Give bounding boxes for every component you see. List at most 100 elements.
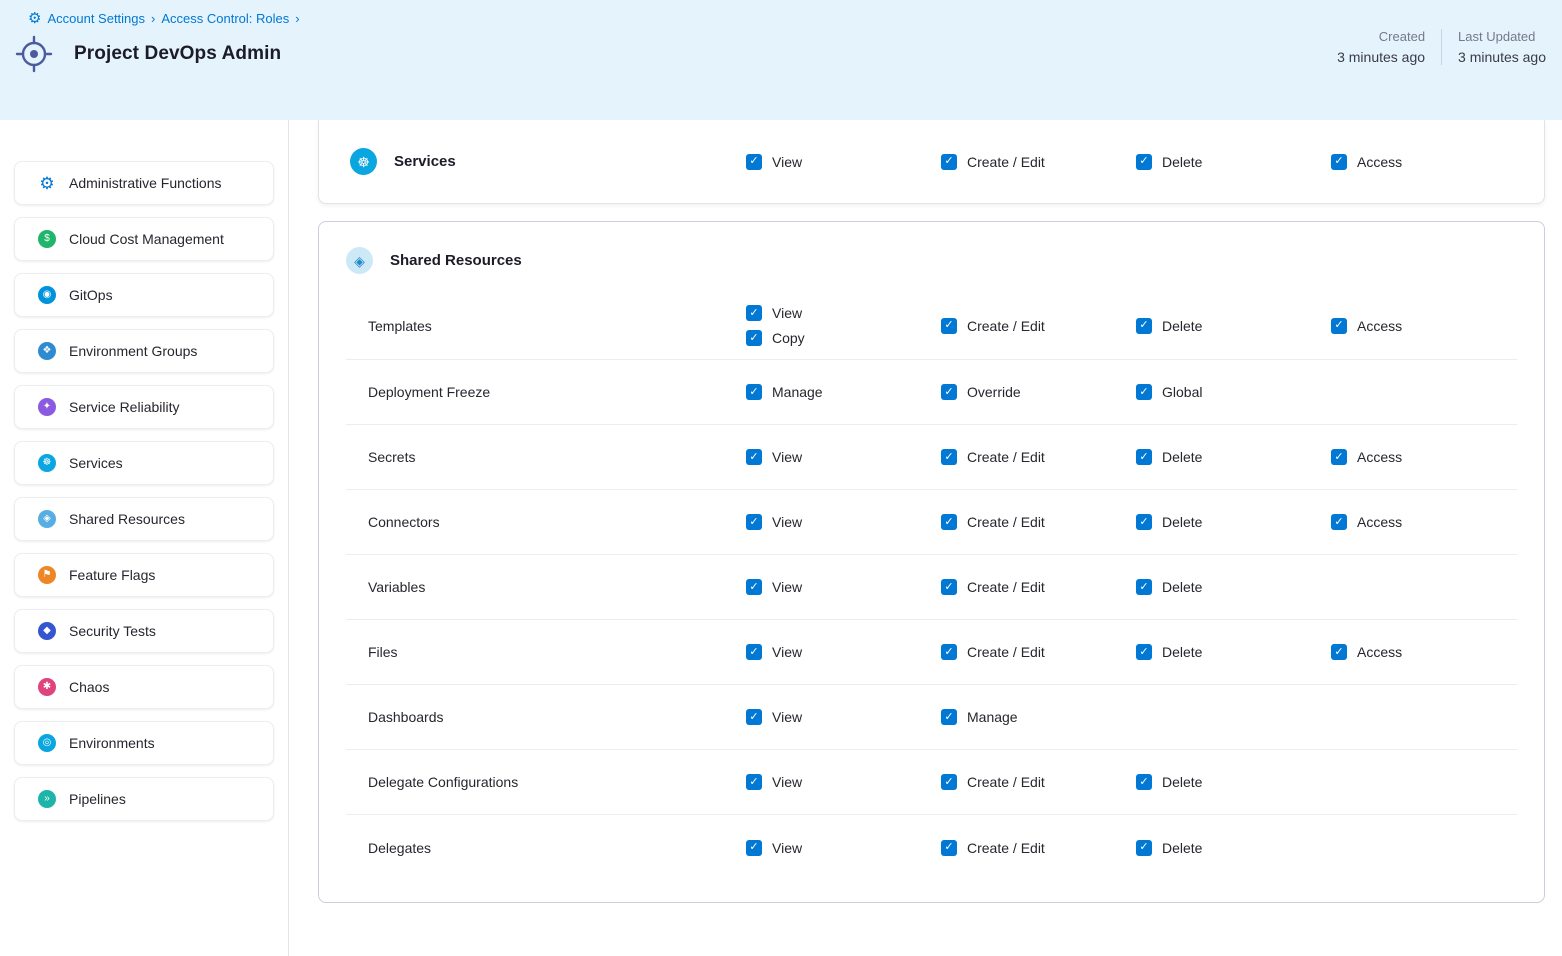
permission-checkbox-view[interactable]: ✓View <box>746 579 802 595</box>
sidebar-item-label: Shared Resources <box>69 511 185 527</box>
permission-checkbox-create-edit[interactable]: ✓Create / Edit <box>941 644 1045 660</box>
permission-checkbox-view[interactable]: ✓View <box>746 774 802 790</box>
permission-column: ✓View <box>746 154 941 170</box>
permission-column: ✓View <box>746 579 941 595</box>
permission-row-deployment-freeze: Deployment Freeze✓Manage ✓Override ✓ Global <box>346 360 1517 425</box>
checked-checkbox-icon: ✓ <box>746 154 762 170</box>
permission-column: ✓Access <box>1331 644 1517 660</box>
permission-label: Copy <box>772 330 805 346</box>
permission-checkbox-view[interactable]: ✓View <box>746 840 802 856</box>
permission-column: ✓View <box>746 514 941 530</box>
sidebar-item-gitops[interactable]: ◉GitOps <box>14 273 274 317</box>
permission-checkbox-view[interactable]: ✓View <box>746 449 802 465</box>
permission-checkbox-delete[interactable]: ✓Delete <box>1136 514 1202 530</box>
permission-checkbox-copy[interactable]: ✓ Copy <box>746 330 805 346</box>
permission-checkbox-delete[interactable]: ✓Delete <box>1136 644 1202 660</box>
permission-label: View <box>772 840 802 856</box>
sidebar-item-chaos[interactable]: ✱Chaos <box>14 665 274 709</box>
services-section-head: ☸ Services <box>346 148 746 175</box>
permission-checkbox-manage[interactable]: ✓ Manage <box>941 709 1018 725</box>
cloud-cost-icon: $ <box>38 230 56 248</box>
permission-checkbox-delete[interactable]: ✓Delete <box>1136 154 1202 170</box>
sidebar-item-environment-groups[interactable]: ❖Environment Groups <box>14 329 274 373</box>
permission-checkbox-delete[interactable]: ✓ Delete <box>1136 579 1202 595</box>
permission-checkbox-view[interactable]: ✓View <box>746 154 802 170</box>
permission-checkbox-create-edit[interactable]: ✓Create / Edit <box>941 840 1045 856</box>
permission-checkbox-view[interactable]: ✓View <box>746 709 802 725</box>
permission-label: Delete <box>1162 579 1202 595</box>
resource-category-sidebar: ⚙Administrative Functions $Cloud Cost Man… <box>0 120 289 956</box>
page-header: ⚙ Account Settings › Access Control: Rol… <box>0 0 1562 120</box>
sidebar-item-feature-flags[interactable]: ⚑Feature Flags <box>14 553 274 597</box>
permission-label: Create / Edit <box>967 579 1045 595</box>
permission-checkbox-create-edit[interactable]: ✓Create / Edit <box>941 579 1045 595</box>
permission-checkbox-create-edit[interactable]: ✓Create / Edit <box>941 514 1045 530</box>
sidebar-item-environments[interactable]: ◎Environments <box>14 721 274 765</box>
permission-checkbox-access[interactable]: ✓Access <box>1331 318 1402 334</box>
sidebar-item-administrative-functions[interactable]: ⚙Administrative Functions <box>14 161 274 205</box>
permission-column: ✓Create / Edit <box>941 318 1136 334</box>
checked-checkbox-icon: ✓ <box>1331 449 1347 465</box>
breadcrumb-link-account-settings[interactable]: Account Settings <box>47 11 145 26</box>
permission-checkbox-access[interactable]: ✓Access <box>1331 154 1402 170</box>
permission-checkbox-delete[interactable]: ✓Delete <box>1136 840 1202 856</box>
permission-label: Manage <box>967 709 1018 725</box>
permission-checkbox-delete[interactable]: ✓Delete <box>1136 449 1202 465</box>
permission-checkbox-access[interactable]: ✓ Access <box>1331 514 1402 530</box>
permission-row-connectors: Connectors✓View✓Create / Edit✓Delete✓Acc… <box>346 490 1517 555</box>
role-details-page: ⚙ Account Settings › Access Control: Rol… <box>0 0 1562 956</box>
permission-checkbox-create-edit[interactable]: ✓Create / Edit <box>941 449 1045 465</box>
breadcrumb-link-access-control-roles[interactable]: Access Control: Roles <box>161 11 289 26</box>
checked-checkbox-icon: ✓ <box>746 330 762 346</box>
permission-row-secrets: Secrets✓View✓Create / Edit✓Delete✓Access <box>346 425 1517 490</box>
shared-resources-icon: ◈ <box>346 247 373 274</box>
permission-label: Access <box>1357 318 1402 334</box>
permission-checkbox-create-edit[interactable]: ✓Create / Edit <box>941 154 1045 170</box>
settings-gear-icon: ⚙ <box>28 11 41 26</box>
permission-checkbox-view[interactable]: ✓View <box>746 305 802 321</box>
checked-checkbox-icon: ✓ <box>1136 579 1152 595</box>
checked-checkbox-icon: ✓ <box>1136 449 1152 465</box>
permission-label: View <box>772 644 802 660</box>
resource-label: Deployment Freeze <box>346 384 746 400</box>
permission-label: Global <box>1162 384 1202 400</box>
permission-checkbox-access[interactable]: ✓Access <box>1331 449 1402 465</box>
permission-checkbox-access[interactable]: ✓Access <box>1331 644 1402 660</box>
sidebar-item-cloud-cost-management[interactable]: $Cloud Cost Management <box>14 217 274 261</box>
sidebar-item-shared-resources[interactable]: ◈Shared Resources <box>14 497 274 541</box>
permission-checkbox-view[interactable]: ✓View <box>746 514 802 530</box>
sidebar-item-list: ⚙Administrative Functions $Cloud Cost Man… <box>14 161 274 821</box>
sidebar-item-pipelines[interactable]: »Pipelines <box>14 777 274 821</box>
permission-label: Create / Edit <box>967 644 1045 660</box>
sidebar-item-service-reliability[interactable]: ✦Service Reliability <box>14 385 274 429</box>
permission-label: Delete <box>1162 318 1202 334</box>
sidebar-item-services[interactable]: ☸Services <box>14 441 274 485</box>
permissions-table: Templates✓View✓Copy✓Create / Edit✓Delete… <box>346 292 1517 880</box>
permission-row-templates: Templates✓View✓Copy✓Create / Edit✓Delete… <box>346 292 1517 360</box>
permission-label: Create / Edit <box>967 154 1045 170</box>
checked-checkbox-icon: ✓ <box>941 709 957 725</box>
permission-column: ✓Access <box>1331 318 1517 334</box>
chaos-icon: ✱ <box>38 678 56 696</box>
permission-label: Access <box>1357 514 1402 530</box>
service-reliability-icon: ✦ <box>38 398 56 416</box>
checked-checkbox-icon: ✓ <box>1136 644 1152 660</box>
permission-column: ✓Manage <box>746 384 941 400</box>
gitops-icon: ◉ <box>38 286 56 304</box>
permission-column: ✓Create / Edit <box>941 154 1136 170</box>
checked-checkbox-icon: ✓ <box>1136 384 1152 400</box>
permission-checkbox-create-edit[interactable]: ✓Create / Edit <box>941 318 1045 334</box>
permission-checkbox-create-edit[interactable]: ✓Create / Edit <box>941 774 1045 790</box>
title-row: Project DevOps Admin <box>15 35 1546 73</box>
checked-checkbox-icon: ✓ <box>1331 514 1347 530</box>
permission-checkbox-global[interactable]: ✓ Global <box>1136 384 1202 400</box>
permission-checkbox-view[interactable]: ✓View <box>746 644 802 660</box>
permission-checkbox-manage[interactable]: ✓Manage <box>746 384 823 400</box>
permission-checkbox-delete[interactable]: ✓Delete <box>1136 318 1202 334</box>
sidebar-item-security-tests[interactable]: ◆Security Tests <box>14 609 274 653</box>
sidebar-item-label: Environments <box>69 735 155 751</box>
permission-checkbox-override[interactable]: ✓Override <box>941 384 1021 400</box>
permission-column: ✓View <box>746 709 941 725</box>
permission-checkbox-delete[interactable]: ✓Delete <box>1136 774 1202 790</box>
permission-column: ✓Delete <box>1136 840 1331 856</box>
